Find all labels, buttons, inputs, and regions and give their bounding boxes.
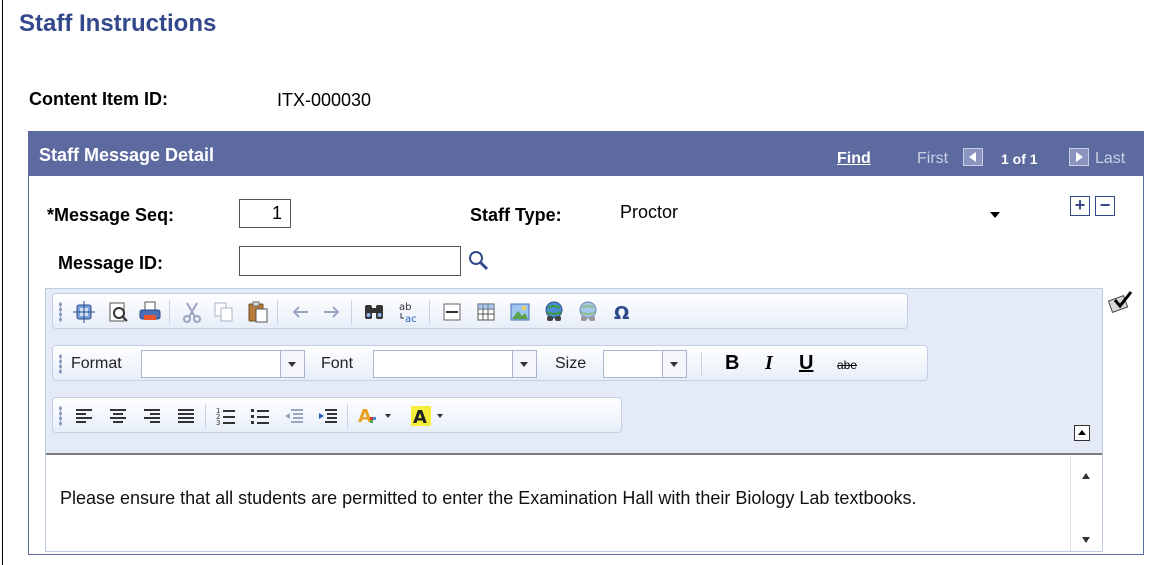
- page-title: Staff Instructions: [19, 10, 217, 37]
- size-dropdown[interactable]: [603, 350, 687, 378]
- message-seq-input[interactable]: 1: [239, 199, 291, 228]
- staff-type-select[interactable]: Proctor: [610, 199, 1010, 229]
- justify-icon[interactable]: [173, 403, 199, 429]
- previous-row-button[interactable]: [963, 148, 983, 166]
- text-color-icon[interactable]: A: [355, 403, 403, 429]
- chevron-down-icon: [280, 351, 304, 377]
- toolbar-grip: [59, 406, 62, 426]
- svg-text:ab: ab: [399, 302, 411, 313]
- special-char-icon[interactable]: Ω: [609, 299, 635, 325]
- row-counter: 1 of 1: [1001, 151, 1038, 167]
- delete-row-button[interactable]: −: [1095, 196, 1115, 216]
- staff-type-label: Staff Type:: [470, 205, 562, 225]
- copy-icon[interactable]: [211, 299, 237, 325]
- font-label: Font: [321, 355, 354, 372]
- panel-title: Staff Message Detail: [39, 145, 215, 165]
- message-id-input[interactable]: [239, 246, 461, 276]
- paste-icon[interactable]: [245, 299, 271, 325]
- bulleted-list-icon[interactable]: [247, 403, 273, 429]
- last-label: Last: [1095, 150, 1126, 167]
- align-center-icon[interactable]: [105, 403, 131, 429]
- underline-button[interactable]: U: [799, 352, 813, 375]
- redo-icon[interactable]: [319, 299, 345, 325]
- staff-message-detail-panel: Staff Message Detail Find First 1 of 1 L…: [28, 131, 1144, 555]
- panel-header: Staff Message Detail Find First 1 of 1 L…: [29, 132, 1143, 176]
- arrow-left-icon: [969, 152, 976, 162]
- chevron-down-icon: [512, 351, 536, 377]
- numbered-list-icon[interactable]: 123: [213, 403, 239, 429]
- toolbar-grip: [59, 354, 62, 374]
- editor-scrollbar[interactable]: [1070, 457, 1102, 551]
- indent-icon[interactable]: [315, 403, 341, 429]
- toolbar-separator: [429, 300, 430, 324]
- first-label: First: [917, 150, 949, 167]
- cut-icon[interactable]: [179, 299, 205, 325]
- align-right-icon[interactable]: [139, 403, 165, 429]
- replace-icon[interactable]: ab ac: [395, 299, 421, 325]
- find-link[interactable]: Find: [837, 150, 871, 168]
- message-seq-label: *Message Seq:: [47, 205, 175, 225]
- link-icon[interactable]: [541, 299, 567, 325]
- size-label: Size: [555, 355, 587, 372]
- content-item-id-value: ITX-000030: [277, 90, 372, 110]
- toolbar-separator: [205, 404, 206, 428]
- rich-text-editor: ab ac Ω Format Font Size B I U abe 1 2 3…: [45, 288, 1103, 552]
- bold-button[interactable]: B: [725, 352, 739, 375]
- svg-text:ac: ac: [405, 314, 417, 325]
- chevron-down-icon: [990, 212, 1000, 218]
- format-dropdown[interactable]: [141, 350, 305, 378]
- arrow-right-icon: [1076, 152, 1083, 162]
- svg-text:A: A: [358, 406, 372, 427]
- content-item-id-label: Content Item ID:: [29, 89, 168, 109]
- chevron-down-icon: [662, 351, 686, 377]
- outdent-icon[interactable]: [281, 403, 307, 429]
- add-row-button[interactable]: +: [1070, 196, 1090, 216]
- source-icon[interactable]: [71, 299, 97, 325]
- preview-icon[interactable]: [105, 299, 131, 325]
- toolbar-separator: [347, 404, 348, 428]
- collapse-toolbar-button[interactable]: [1074, 425, 1090, 441]
- editor-content[interactable]: Please ensure that all students are perm…: [46, 457, 1070, 551]
- next-row-button[interactable]: [1069, 148, 1089, 166]
- table-icon[interactable]: [473, 299, 499, 325]
- font-dropdown[interactable]: [373, 350, 537, 378]
- toolbar-grip: [59, 302, 62, 322]
- staff-type-value: Proctor: [620, 202, 679, 222]
- toolbar-separator: [351, 300, 352, 324]
- anchor-icon[interactable]: [575, 299, 601, 325]
- lookup-icon[interactable]: [467, 249, 491, 273]
- italic-button[interactable]: I: [765, 352, 773, 375]
- strikethrough-button[interactable]: abe: [837, 358, 857, 372]
- toolbar-actions: ab ac Ω: [52, 293, 908, 329]
- editor-toolbar-area: ab ac Ω Format Font Size B I U abe 1 2 3…: [46, 289, 1102, 455]
- scroll-up-icon[interactable]: [1082, 473, 1090, 479]
- toolbar-formatting: Format Font Size B I U abe: [52, 345, 928, 381]
- toolbar-separator: [277, 300, 278, 324]
- scroll-down-icon[interactable]: [1082, 537, 1090, 543]
- find-icon[interactable]: [361, 299, 387, 325]
- svg-text:3: 3: [216, 419, 220, 427]
- print-icon[interactable]: [137, 299, 163, 325]
- toolbar-separator: [701, 352, 702, 376]
- format-label: Format: [71, 355, 122, 372]
- horizontal-rule-icon[interactable]: [439, 299, 465, 325]
- svg-text:A: A: [413, 407, 427, 428]
- left-border: [2, 0, 3, 565]
- bg-color-icon[interactable]: A: [409, 403, 457, 429]
- spell-check-icon[interactable]: [1107, 288, 1135, 316]
- toolbar-paragraph: 123 A A: [52, 397, 622, 433]
- align-left-icon[interactable]: [71, 403, 97, 429]
- toolbar-separator: [169, 300, 170, 324]
- undo-icon[interactable]: [287, 299, 313, 325]
- image-icon[interactable]: [507, 299, 533, 325]
- message-id-label: Message ID:: [58, 253, 164, 273]
- svg-text:Ω: Ω: [614, 303, 629, 324]
